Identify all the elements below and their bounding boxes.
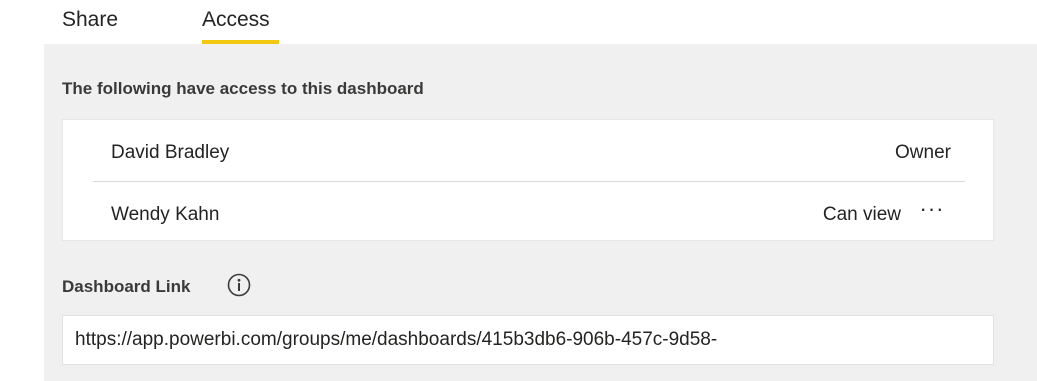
person-name: David Bradley — [111, 142, 230, 163]
more-options-icon[interactable]: ··· — [915, 196, 949, 222]
access-list: David Bradley Owner Wendy Kahn Can view … — [62, 119, 994, 241]
person-role: Owner — [895, 142, 951, 163]
person-name: Wendy Kahn — [111, 204, 220, 225]
access-row-wendy-kahn: Wendy Kahn Can view ··· — [63, 182, 995, 242]
dashboard-link-box — [62, 315, 994, 365]
tab-share[interactable]: Share — [62, 8, 118, 32]
tab-access[interactable]: Access — [202, 8, 270, 32]
access-section-title: The following have access to this dashbo… — [62, 79, 424, 98]
person-role: Can view — [822, 204, 901, 225]
access-row-david-bradley: David Bradley Owner — [63, 120, 995, 180]
info-icon[interactable] — [226, 272, 252, 298]
tab-bar: Share Access — [0, 0, 1037, 44]
dashboard-link-field[interactable] — [63, 316, 993, 364]
dashboard-link-label: Dashboard Link — [62, 277, 191, 296]
access-panel: The following have access to this dashbo… — [44, 44, 1037, 381]
access-dialog: Share Access The following have access t… — [0, 0, 1037, 381]
